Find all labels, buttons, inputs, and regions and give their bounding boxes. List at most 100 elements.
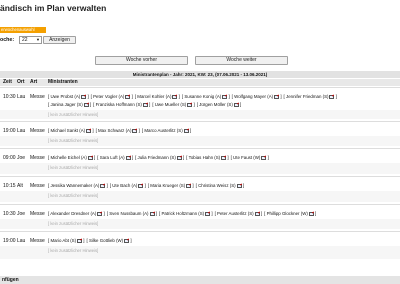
edit-note-icon[interactable] — [261, 155, 267, 160]
edit-note-icon[interactable] — [176, 155, 182, 160]
edit-note-icon[interactable] — [77, 238, 83, 243]
ministrant-entry[interactable]: [ Mario Abt (S) ] — [48, 238, 85, 243]
edit-note-icon[interactable] — [83, 102, 89, 107]
edit-note-icon[interactable] — [86, 128, 92, 133]
ministrant-name: Peter Vogler (A) — [93, 94, 125, 99]
ministrant-entry[interactable]: [ Patrick Holtzmann (S) ] — [159, 211, 213, 216]
edit-note-icon[interactable] — [172, 94, 178, 99]
row-divider — [0, 231, 400, 232]
insert-footer[interactable]: nfügen — [0, 276, 400, 284]
cell-time: 09:00 — [3, 155, 16, 161]
edit-note-icon[interactable] — [132, 128, 138, 133]
edit-note-icon[interactable] — [125, 155, 131, 160]
row-divider — [0, 148, 400, 149]
ministrant-entry[interactable]: [ Wolfgang Mayer (A) ] — [232, 94, 282, 99]
edit-note-icon[interactable] — [87, 155, 93, 160]
ministrant-entry[interactable]: [ Ute Bach (A) ] — [110, 183, 146, 188]
row-hint[interactable]: [ kein zusätzlicher Hinweis] — [48, 165, 98, 170]
ministrant-entry[interactable]: [ Marcel Kohler (A) ] — [135, 94, 180, 99]
ministrant-name: Jessika Wannemaker (A) — [50, 183, 100, 188]
ministrant-entry[interactable]: [ Julia Friedmann (S) ] — [135, 155, 184, 160]
table-row: 09:00 Joe Messe[ Michelle Eichel (A) ][ Sa… — [0, 148, 400, 174]
ministrant-entry[interactable]: [ Phillipp Glockner (W) ] — [264, 211, 316, 216]
edit-note-icon[interactable] — [254, 211, 260, 216]
show-week-button[interactable]: Anzeigen — [43, 36, 76, 44]
edit-note-icon[interactable] — [329, 94, 335, 99]
cell-place: Lau — [17, 94, 26, 100]
ministrant-entry[interactable]: [ Sven Nussbaum (A) ] — [107, 211, 157, 216]
ministrant-entry[interactable]: [ Alexander Dresdner (A) ] — [48, 211, 105, 216]
ministrant-entry[interactable]: [ Uwe Probst (A) ] — [48, 94, 89, 99]
edit-note-icon[interactable] — [97, 211, 103, 216]
ministrant-entry[interactable]: [ Susanne Konig (A) ] — [182, 94, 230, 99]
ministrant-entry[interactable]: [ Tobias Hahn (S) ] — [186, 155, 228, 160]
ministrant-entry[interactable]: [ Max Schwarz (A) ] — [96, 128, 140, 133]
row-hint[interactable]: [ kein zusätzlicher Hinweis] — [48, 248, 98, 253]
page-title: ändisch im Plan verwalten — [0, 3, 107, 13]
edit-note-icon[interactable] — [183, 128, 189, 133]
ministrant-entry[interactable]: [ Uwe Mueller (S) ] — [152, 102, 194, 107]
edit-note-icon[interactable] — [142, 102, 148, 107]
ministrant-entry[interactable]: [ Jürgen Möller (S) ] — [197, 102, 242, 107]
row-hint[interactable]: [ kein zusätzlicher Hinweis] — [48, 193, 98, 198]
edit-note-icon[interactable] — [233, 102, 239, 107]
cell-place: Lau — [17, 238, 26, 244]
row-hint[interactable]: [ kein zusätzlicher Hinweis] — [48, 138, 98, 143]
ministrant-entry[interactable]: [ Christina Weisz (S) ] — [196, 183, 244, 188]
cell-time: 10:30 — [3, 94, 16, 100]
ministrant-line: [ Janina Jager (S) ][ Franziska Hoffmann… — [48, 102, 243, 107]
plan-heading: Ministrantenplan - Jahr: 2021, KW: 23, (… — [0, 71, 400, 78]
ministrant-entry[interactable]: [ Jennifer Friedman (S) ] — [284, 94, 337, 99]
column-header-ort: Ort — [17, 79, 25, 85]
edit-note-icon[interactable] — [138, 183, 144, 188]
ministrant-name: Marcel Kohler (A) — [137, 94, 172, 99]
table-row: 19:00 Lau Messe[ Mario Abt (S) ][ Silke Go… — [0, 231, 400, 259]
table-row: 10:15 Alt Messe[ Jessika Wannemaker (A) ][… — [0, 176, 400, 202]
ministrant-entry[interactable]: [ Maria Krueger (S) ] — [148, 183, 194, 188]
ministrant-name: Patrick Holtzmann (S) — [161, 211, 205, 216]
ministrant-entry[interactable]: [ Peter Austerlitz (S) ] — [215, 211, 263, 216]
ministrant-entry[interactable]: [ Michael Sankt (A) ] — [48, 128, 94, 133]
ministrant-entry[interactable]: [ Ute Faust (W) ] — [231, 155, 269, 160]
ministrant-entry[interactable]: [ Silke Gottlieb (W) ] — [87, 238, 132, 243]
row-hint[interactable]: [ kein zusätzlicher Hinweis] — [48, 221, 98, 226]
edit-note-icon[interactable] — [221, 155, 227, 160]
edit-note-icon[interactable] — [274, 94, 280, 99]
edit-note-icon[interactable] — [124, 238, 130, 243]
column-header-zeit: Zeit — [3, 79, 12, 85]
ministrant-name: Janina Jager (S) — [50, 102, 83, 107]
previous-week-button[interactable]: Woche vorher — [95, 56, 188, 65]
ministrant-entry[interactable]: [ Marco Austerlitz (S) ] — [142, 128, 191, 133]
bracket: ] — [266, 155, 269, 160]
ministrant-entry[interactable]: [ Michelle Eichel (A) ] — [48, 155, 95, 160]
ministrant-name: Michelle Eichel (A) — [50, 155, 87, 160]
edit-note-icon[interactable] — [205, 211, 211, 216]
cell-place: Joe — [17, 155, 26, 161]
bracket: ] — [102, 211, 105, 216]
edit-note-icon[interactable] — [187, 102, 193, 107]
next-week-button[interactable]: Woche weiter — [195, 56, 288, 65]
edit-note-icon[interactable] — [308, 211, 314, 216]
ministrant-entry[interactable]: [ Jessika Wannemaker (A) ] — [48, 183, 108, 188]
edit-note-icon[interactable] — [81, 94, 87, 99]
ministrant-entry[interactable]: [ Franziska Hoffmann (S) ] — [93, 102, 150, 107]
week-label: oche: — [0, 37, 15, 43]
row-hint[interactable]: [ kein zusätzlicher Hinweis] — [48, 112, 98, 117]
edit-note-icon[interactable] — [149, 211, 155, 216]
edit-note-icon[interactable] — [186, 183, 192, 188]
ministrant-name: Michael Sankt (A) — [50, 128, 86, 133]
bracket: ] — [192, 102, 195, 107]
edit-note-icon[interactable] — [100, 183, 106, 188]
ministrant-entry[interactable]: [ Sara Luft (A) ] — [97, 155, 133, 160]
week-number-select[interactable]: 22 ▼ — [19, 36, 42, 44]
ministrant-line: [ Mario Abt (S) ][ Silke Gottlieb (W) ] — [48, 238, 134, 243]
ministrant-entry[interactable]: [ Janina Jager (S) ] — [48, 102, 91, 107]
ministrant-entry[interactable]: [ Peter Vogler (A) ] — [91, 94, 133, 99]
ministrant-name: Wolfgang Mayer (A) — [234, 94, 274, 99]
ministrant-name: Maria Krueger (S) — [150, 183, 186, 188]
edit-note-icon[interactable] — [222, 94, 228, 99]
edit-note-icon[interactable] — [125, 94, 131, 99]
ministrant-name: Sara Luft (A) — [99, 155, 125, 160]
bracket: ] — [105, 183, 108, 188]
edit-note-icon[interactable] — [236, 183, 242, 188]
